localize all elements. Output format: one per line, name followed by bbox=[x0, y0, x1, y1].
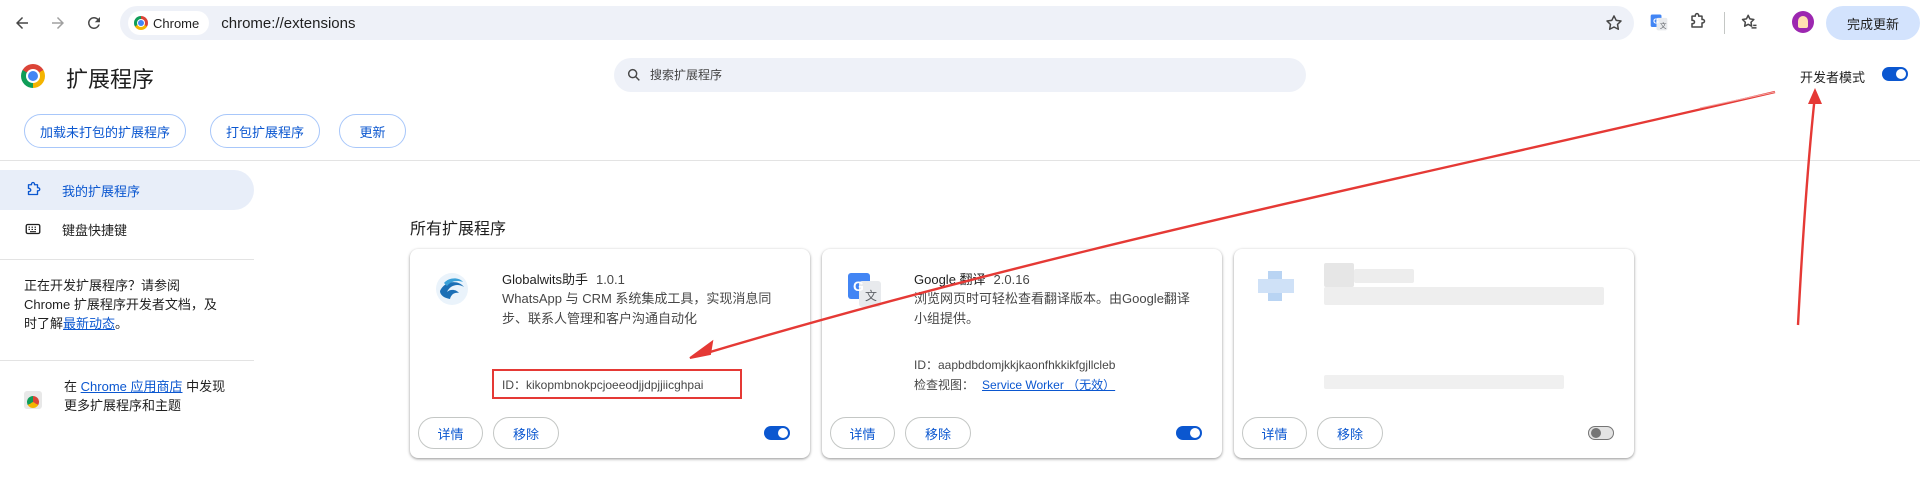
extension-card-globalwits: Globalwits助手 1.0.1 WhatsApp 与 CRM 系统集成工具，… bbox=[410, 249, 810, 458]
blurred-text bbox=[1354, 269, 1414, 283]
keyboard-icon bbox=[25, 223, 41, 235]
globalwits-wave-icon bbox=[436, 273, 468, 305]
arrow-to-dev-mode bbox=[1796, 88, 1822, 326]
update-extensions-button[interactable]: 更新 bbox=[339, 114, 406, 148]
web-store-text: 在 Chrome 应用商店 中发现更多扩展程序和主题 bbox=[64, 377, 234, 415]
extension-id-highlight: ID：kikopmbnokpcjoeeodjjdpjjiicghpai bbox=[492, 369, 742, 399]
extension-description: WhatsApp 与 CRM 系统集成工具，实现消息同步、联系人管理和客户沟通自… bbox=[502, 291, 772, 326]
page-title: 扩展程序 bbox=[66, 67, 155, 92]
sidebar-item-my-extensions[interactable]: 我的扩展程序 bbox=[0, 170, 254, 210]
puzzle-icon bbox=[27, 181, 41, 196]
search-box[interactable] bbox=[614, 58, 1306, 92]
puzzle-icon bbox=[1691, 12, 1706, 28]
service-worker-link[interactable]: Service Worker （无效） bbox=[982, 378, 1115, 392]
sidebar-item-keyboard-shortcuts[interactable]: 键盘快捷键 bbox=[0, 209, 254, 249]
dev-mode-toggle[interactable] bbox=[1882, 67, 1908, 81]
extension-enable-toggle[interactable] bbox=[1588, 426, 1614, 440]
finish-update-button[interactable]: 完成更新 bbox=[1826, 6, 1920, 40]
extension-version: 1.0.1 bbox=[595, 272, 625, 287]
star-list-icon bbox=[1741, 14, 1757, 29]
svg-text:文: 文 bbox=[865, 288, 877, 303]
extension-description: 浏览网页时可轻松查看翻译版本。由Google翻译小组提供。 bbox=[914, 291, 1190, 326]
extension-name: Google 翻译 2.0.16 bbox=[914, 269, 1030, 288]
extension-card-google-translate: G 文 Google 翻译 2.0.16 浏览网页时可轻松查看翻译版本。由Goog… bbox=[822, 249, 1222, 458]
header-divider bbox=[0, 160, 1920, 161]
search-input[interactable] bbox=[650, 68, 1250, 82]
web-store-note: 在 Chrome 应用商店 中发现更多扩展程序和主题 bbox=[24, 377, 234, 415]
web-store-link[interactable]: Chrome 应用商店 bbox=[81, 379, 183, 394]
details-button[interactable]: 详情 bbox=[418, 417, 483, 449]
blurred-text bbox=[1324, 263, 1354, 287]
blurred-text bbox=[1324, 375, 1564, 389]
google-translate-icon: G文 bbox=[1650, 14, 1668, 31]
url-text[interactable]: chrome://extensions bbox=[221, 15, 355, 32]
reload-icon bbox=[87, 16, 100, 29]
site-chip[interactable]: Chrome bbox=[128, 11, 210, 35]
extension-enable-toggle[interactable] bbox=[1176, 426, 1202, 440]
blurred-extension-icon bbox=[1258, 271, 1294, 301]
extension-title: Globalwits助手 bbox=[502, 272, 588, 287]
svg-text:G: G bbox=[853, 278, 864, 294]
dev-docs-note: 正在开发扩展程序？请参阅 Chrome 扩展程序开发者文档，及时了解最新动态。 bbox=[24, 276, 224, 333]
details-button[interactable]: 详情 bbox=[1242, 417, 1307, 449]
forward-button[interactable] bbox=[43, 8, 73, 38]
sidebar-item-label: 我的扩展程序 bbox=[62, 183, 141, 199]
extension-title: Google 翻译 bbox=[914, 272, 986, 287]
all-extensions-heading: 所有扩展程序 bbox=[410, 221, 507, 238]
bookmark-star-icon[interactable] bbox=[1604, 13, 1624, 33]
address-bar[interactable]: Chrome chrome://extensions bbox=[120, 6, 1634, 40]
dev-docs-suffix: 。 bbox=[115, 316, 129, 331]
inspect-views-label: 检查视图： bbox=[914, 378, 975, 392]
svg-text:文: 文 bbox=[1660, 21, 1667, 30]
search-icon bbox=[627, 68, 640, 81]
extension-version: 2.0.16 bbox=[993, 272, 1030, 287]
extension-enable-toggle[interactable] bbox=[764, 426, 790, 440]
sidebar-divider bbox=[0, 259, 254, 260]
toolbar-divider bbox=[1724, 12, 1725, 34]
profile-avatar-button[interactable] bbox=[1792, 11, 1814, 33]
browser-toolbar: Chrome chrome://extensions G文 完成更新 bbox=[0, 0, 1920, 46]
svg-text:G: G bbox=[1653, 17, 1659, 26]
arrow-right-icon bbox=[52, 17, 64, 29]
blurred-text bbox=[1324, 287, 1604, 305]
dev-mode-label: 开发者模式 bbox=[1800, 70, 1866, 85]
extension-id: ID：kikopmbnokpcjoeeodjjdpjjiicghpai bbox=[502, 377, 704, 392]
extensions-page: Chrome chrome://extensions G文 完成更新 扩展程序 … bbox=[0, 0, 1920, 493]
reload-button[interactable] bbox=[79, 8, 109, 38]
extension-name: Globalwits助手 1.0.1 bbox=[502, 269, 625, 288]
site-chip-label: Chrome bbox=[153, 15, 200, 31]
sidebar-item-label: 键盘快捷键 bbox=[62, 222, 128, 238]
google-translate-icon: G 文 bbox=[848, 273, 881, 307]
inspect-views: 检查视图： Service Worker （无效） bbox=[914, 376, 1115, 393]
web-store-prefix: 在 bbox=[64, 379, 78, 394]
latest-news-link[interactable]: 最新动态 bbox=[63, 316, 115, 331]
details-button[interactable]: 详情 bbox=[830, 417, 895, 449]
chrome-logo-icon bbox=[21, 64, 45, 88]
extensions-menu-button[interactable] bbox=[1686, 11, 1708, 33]
sidebar-divider bbox=[0, 360, 254, 361]
remove-button[interactable]: 移除 bbox=[493, 417, 559, 449]
remove-button[interactable]: 移除 bbox=[905, 417, 971, 449]
chrome-web-store-icon bbox=[24, 391, 42, 409]
extension-card-blurred: 详情 移除 bbox=[1234, 249, 1634, 458]
chrome-logo-icon bbox=[134, 16, 148, 30]
reading-list-button[interactable] bbox=[1738, 11, 1760, 33]
avatar bbox=[1792, 11, 1814, 33]
pack-extension-button[interactable]: 打包扩展程序 bbox=[210, 114, 320, 148]
extension-id: ID：aapbdbdomjkkjkaonfhkkikfgjllcleb bbox=[914, 358, 1116, 372]
arrow-left-icon bbox=[16, 17, 28, 29]
load-unpacked-button[interactable]: 加载未打包的扩展程序 bbox=[24, 114, 186, 148]
back-button[interactable] bbox=[7, 8, 37, 38]
remove-button[interactable]: 移除 bbox=[1317, 417, 1383, 449]
translate-extension-button[interactable]: G文 bbox=[1648, 11, 1670, 33]
avatar-face-icon bbox=[1798, 16, 1808, 28]
